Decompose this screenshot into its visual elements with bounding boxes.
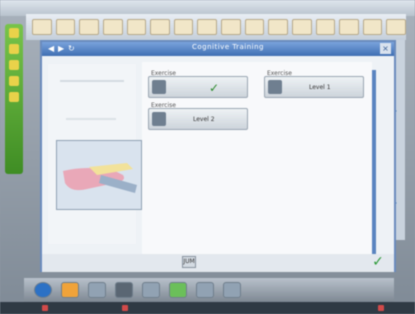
card-header: Exercise bbox=[151, 102, 176, 109]
exercise-icon bbox=[268, 80, 282, 94]
tools-icon[interactable] bbox=[142, 282, 160, 298]
user-icon[interactable] bbox=[115, 282, 133, 298]
status-strip bbox=[0, 302, 415, 314]
card-label: Level 2 bbox=[193, 116, 215, 123]
toolbar-button[interactable] bbox=[150, 19, 170, 35]
toolbar-button[interactable] bbox=[55, 19, 76, 35]
toolbar-button[interactable] bbox=[244, 19, 265, 35]
exercise-card[interactable]: Exercise Level 2 bbox=[148, 102, 248, 130]
next-icon[interactable]: ▶ bbox=[58, 44, 67, 53]
previous-icon[interactable]: ◀ bbox=[48, 44, 57, 53]
toolbar-button[interactable] bbox=[197, 19, 217, 35]
ok-icon[interactable]: ✓ bbox=[370, 254, 386, 270]
toolbar-button[interactable] bbox=[221, 19, 241, 35]
status-indicator bbox=[42, 305, 48, 311]
toolbar-button[interactable] bbox=[126, 19, 147, 35]
dialog-title: Cognitive Training bbox=[192, 43, 264, 51]
close-icon[interactable]: × bbox=[380, 43, 391, 54]
toolbar-button[interactable] bbox=[315, 19, 336, 35]
top-toolbar bbox=[26, 14, 406, 40]
rail-button[interactable] bbox=[9, 92, 19, 102]
status-indicator bbox=[378, 305, 384, 311]
check-icon: ✓ bbox=[209, 81, 220, 95]
toolbar-button[interactable] bbox=[102, 19, 123, 35]
divider bbox=[60, 80, 124, 82]
dialog-window: ◀ ▶ ↻ Cognitive Training × Exercise ✓ Ex… bbox=[40, 40, 396, 272]
preview-image bbox=[56, 140, 142, 210]
card-header: Exercise bbox=[151, 70, 176, 77]
toolbar-button[interactable] bbox=[362, 19, 383, 35]
toolbar-button[interactable] bbox=[173, 19, 194, 35]
status-indicator bbox=[122, 305, 128, 311]
exercise-card[interactable]: Exercise Level 1 bbox=[264, 70, 364, 98]
rail-button[interactable] bbox=[9, 28, 19, 38]
dialog-header: ◀ ▶ ↻ Cognitive Training × bbox=[42, 42, 394, 56]
toolbar-button[interactable] bbox=[79, 19, 99, 35]
left-panel bbox=[48, 64, 142, 244]
card-header: Exercise bbox=[267, 70, 292, 77]
toolbar-button[interactable] bbox=[291, 19, 312, 35]
left-sidebar bbox=[5, 24, 23, 174]
exercise-icon bbox=[152, 80, 166, 94]
rail-button[interactable] bbox=[9, 44, 19, 54]
toolbar-button[interactable] bbox=[386, 19, 406, 35]
folder-icon[interactable] bbox=[61, 282, 79, 298]
exercise-card[interactable]: Exercise ✓ bbox=[148, 70, 248, 98]
refresh-icon[interactable]: ↻ bbox=[68, 44, 77, 53]
rail-button[interactable] bbox=[9, 76, 19, 86]
window-icon[interactable] bbox=[196, 282, 214, 298]
globe-icon[interactable] bbox=[34, 282, 52, 298]
dialog-bottom-bar: JUM ✓ bbox=[42, 254, 394, 272]
screen-icon[interactable] bbox=[88, 282, 106, 298]
taskbar bbox=[24, 278, 394, 302]
exercise-icon bbox=[152, 112, 166, 126]
center-button[interactable]: JUM bbox=[182, 256, 196, 268]
cards-area: Exercise ✓ Exercise Level 1 Exercise Lev… bbox=[142, 62, 372, 258]
card-label: Level 1 bbox=[309, 84, 331, 91]
chart-icon[interactable] bbox=[169, 282, 187, 298]
hand-illustration bbox=[57, 141, 141, 209]
vertical-scrollbar[interactable] bbox=[372, 70, 376, 258]
toolbar-button[interactable] bbox=[268, 19, 288, 35]
toolbar-button[interactable] bbox=[339, 19, 359, 35]
rail-button[interactable] bbox=[9, 60, 19, 70]
settings-icon[interactable] bbox=[223, 282, 241, 298]
toolbar-button[interactable] bbox=[32, 19, 52, 35]
divider bbox=[66, 118, 116, 120]
